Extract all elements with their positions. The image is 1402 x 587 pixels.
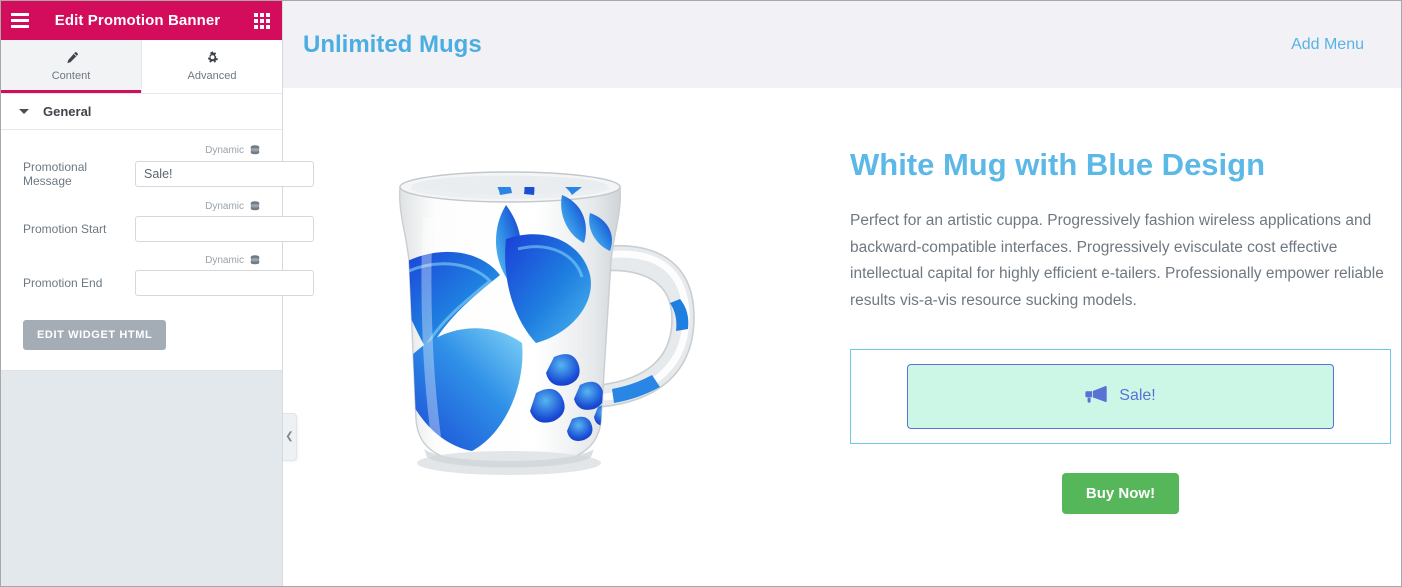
tab-advanced[interactable]: Advanced [141,40,282,93]
dynamic-label[interactable]: Dynamic [205,201,244,212]
database-icon[interactable] [250,144,260,156]
site-title[interactable]: Unlimited Mugs [303,31,482,59]
megaphone-icon [1085,385,1107,408]
product-section: White Mug with Blue Design Perfect for a… [283,88,1401,586]
section-header-general[interactable]: General [1,93,282,130]
buy-button-wrapper: Buy Now! [850,472,1391,514]
field-promotion-end: Dynamic Promotion End [23,252,314,296]
preview-canvas: Unlimited Mugs Add Menu White Mug with B… [283,1,1401,586]
control-row: Promotional Message [23,160,314,188]
panel-title: Edit Promotion Banner [54,12,221,29]
control-row: Promotion Start [23,216,314,242]
caret-down-icon [19,109,29,114]
dynamic-row: Dynamic [23,252,260,268]
dynamic-row: Dynamic [23,198,260,214]
database-icon[interactable] [250,254,260,266]
elementor-editor-window: Edit Promotion Banner Content Advanced G… [0,0,1402,587]
dynamic-label[interactable]: Dynamic [205,255,244,266]
field-label: Promotional Message [23,160,88,188]
pencil-icon [64,51,79,66]
product-image-column [283,88,848,586]
panel-collapse-toggle[interactable]: ❮ [283,413,297,461]
panel-empty-area [1,371,282,586]
field-label: Promotion Start [23,222,107,236]
field-promotion-start: Dynamic Promotion Start [23,198,314,242]
promotion-end-input[interactable] [135,270,314,296]
dynamic-label[interactable]: Dynamic [205,145,244,156]
product-image-mug [376,157,776,517]
panel-header: Edit Promotion Banner [1,1,282,40]
chevron-left-icon: ❮ [285,431,294,442]
product-info-column: White Mug with Blue Design Perfect for a… [848,88,1401,586]
promotional-message-input[interactable] [135,161,314,187]
edit-widget-html-button[interactable]: EDIT WIDGET HTML [23,320,167,350]
buy-now-button[interactable]: Buy Now! [1061,472,1180,514]
hamburger-icon[interactable] [1,1,39,40]
add-menu-link[interactable]: Add Menu [1291,36,1381,54]
site-header: Unlimited Mugs Add Menu [283,1,1401,88]
field-label: Promotion End [23,276,103,290]
product-title: White Mug with Blue Design [850,147,1266,182]
gear-icon [205,51,220,66]
promotion-start-input[interactable] [135,216,314,242]
promotion-banner-text: Sale! [1119,387,1156,405]
section-title: General [43,104,92,119]
dynamic-row: Dynamic [23,142,260,158]
tab-content[interactable]: Content [1,40,141,93]
product-description: Perfect for an artistic cuppa. Progressi… [850,212,1384,310]
promotion-banner-box[interactable]: Sale! [907,363,1334,429]
grid-apps-icon[interactable] [242,1,282,40]
general-settings-form: Dynamic Promotional Message Sale! Dynami… [1,130,314,371]
promotion-banner-widget[interactable]: Sale! [850,348,1391,444]
panel-tabs: Content Advanced [1,40,282,93]
tab-advanced-label: Advanced [187,70,237,82]
field-promotional-message: Dynamic Promotional Message [23,142,314,188]
tab-content-label: Content [51,70,91,82]
editor-panel: Edit Promotion Banner Content Advanced G… [1,1,314,586]
database-icon[interactable] [250,200,260,212]
control-row: Promotion End [23,270,314,296]
